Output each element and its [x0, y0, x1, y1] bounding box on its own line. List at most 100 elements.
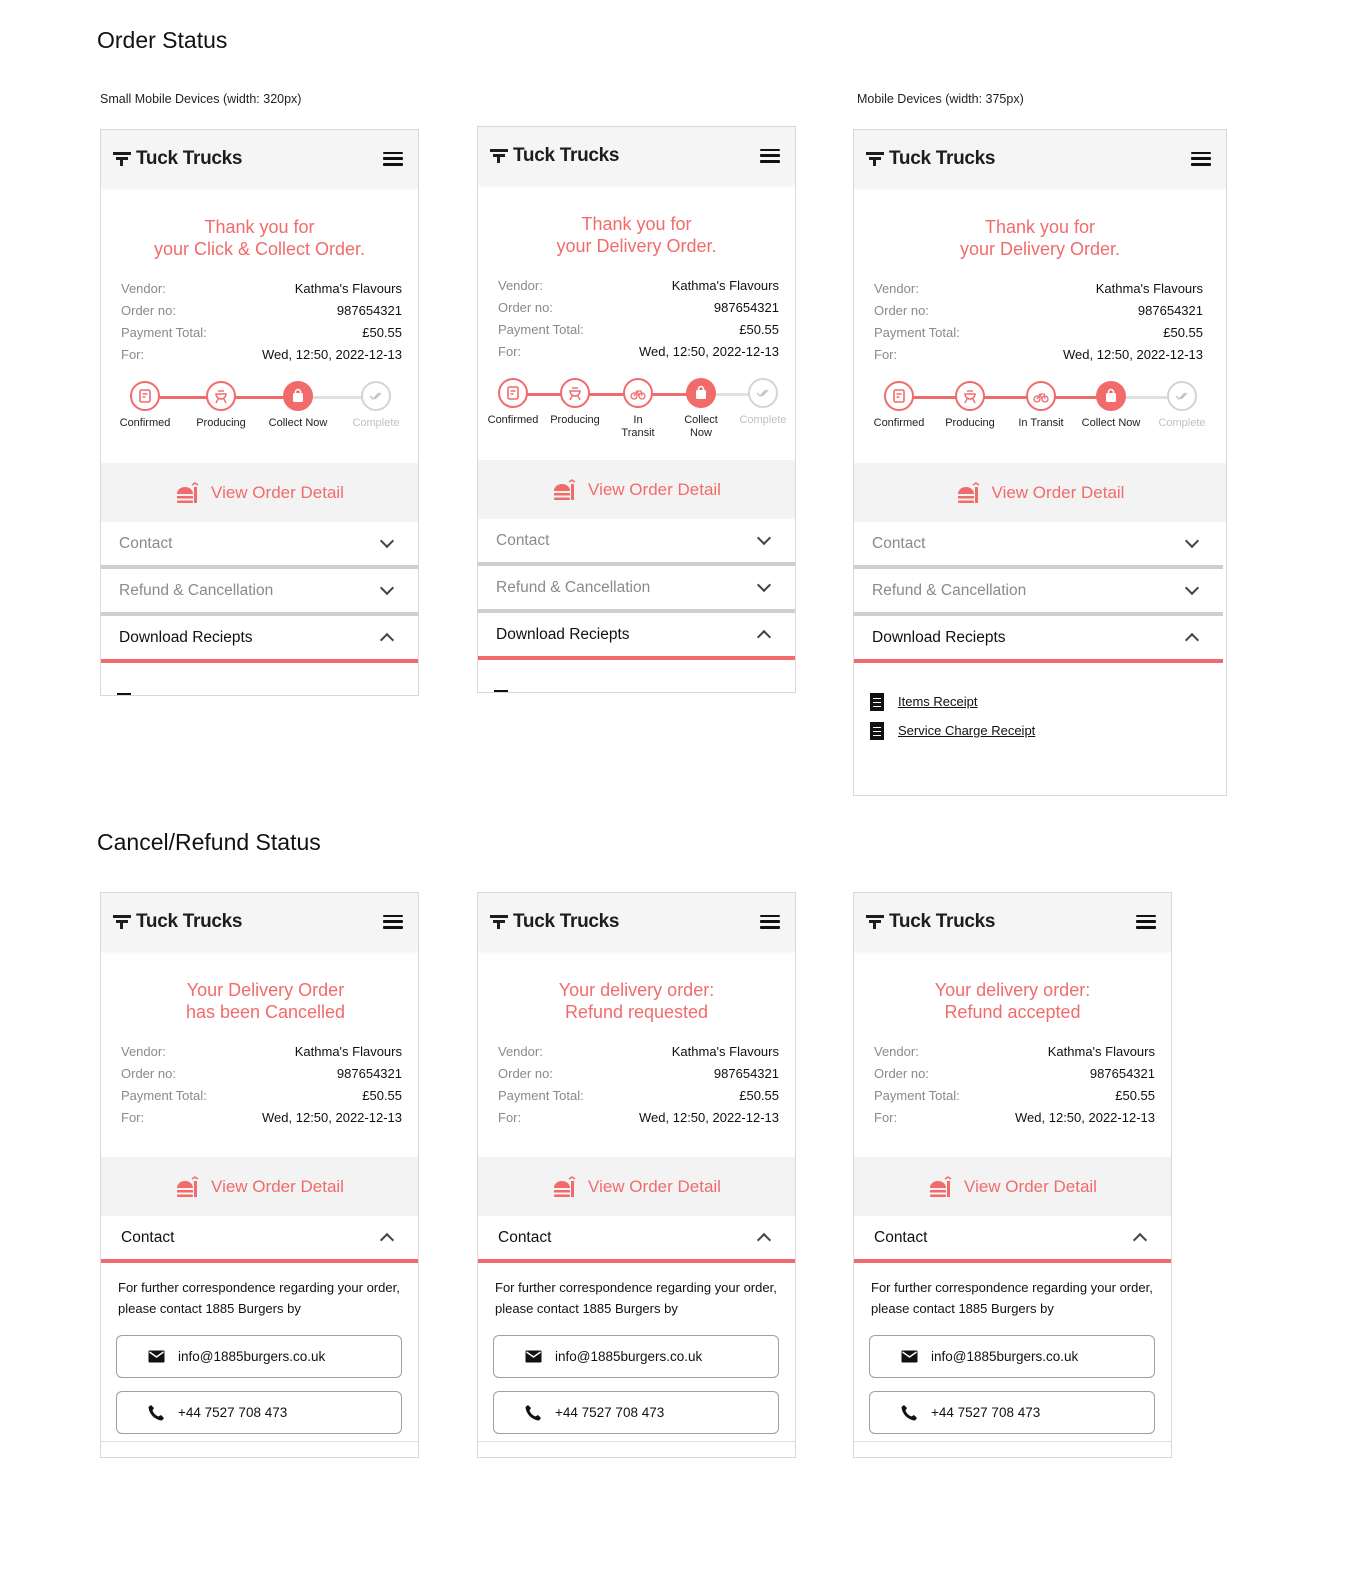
email-address: info@1885burgers.co.uk	[178, 1349, 326, 1364]
accordion-contact[interactable]: Contact	[101, 522, 418, 569]
hamburger-menu-icon[interactable]	[1136, 914, 1156, 930]
phone-contact-button[interactable]: +44 7527 708 473	[869, 1391, 1155, 1434]
brand-name: Tuck Trucks	[513, 144, 620, 166]
view-order-detail-button[interactable]: View Order Detail	[101, 463, 418, 522]
hamburger-menu-icon[interactable]	[760, 148, 780, 164]
accordion-contact[interactable]: Contact	[478, 519, 795, 566]
step-label-line: Collect	[684, 414, 718, 426]
accordion-label: Contact	[119, 534, 173, 552]
accordion-contact[interactable]: Contact	[101, 1216, 418, 1263]
heading-line-1: Your Delivery Order	[186, 980, 345, 1000]
step-complete: Complete	[1147, 381, 1217, 430]
items-receipt-link[interactable]: Items Receipt	[117, 687, 402, 695]
info-row-vendor: Vendor: Kathma's Flavours	[121, 1040, 402, 1062]
accordion-refund-cancellation[interactable]: Refund & Cancellation	[854, 569, 1223, 616]
device-label-small: Small Mobile Devices (width: 320px)	[100, 92, 302, 106]
accordion-download-receipts[interactable]: Download Reciepts	[478, 613, 795, 660]
accordion-refund-cancellation[interactable]: Refund & Cancellation	[478, 566, 795, 613]
step-collect-now: Collect Now	[666, 378, 736, 440]
info-label: Payment Total:	[874, 1087, 960, 1103]
service-charge-receipt-link[interactable]: Service Charge Receipt	[870, 716, 1210, 745]
order-progress-tracker: Confirmed Producing In Transit Collect N…	[854, 381, 1226, 463]
brand-logo[interactable]: Tuck Trucks	[866, 911, 995, 933]
order-info: Vendor: Kathma's Flavours Order no: 987654…	[498, 274, 779, 362]
hamburger-menu-icon[interactable]	[760, 914, 780, 930]
heading-line-2: Refund accepted	[944, 1002, 1081, 1022]
food-order-icon	[177, 1175, 199, 1197]
email-contact-button[interactable]: info@1885burgers.co.uk	[116, 1335, 402, 1378]
brand-logo[interactable]: Tuck Trucks	[113, 148, 242, 170]
heading-line-2: your Click & Collect Order.	[153, 239, 366, 259]
info-value: 987654321	[713, 1065, 779, 1081]
accordion-refund-cancellation[interactable]: Refund & Cancellation	[101, 569, 418, 616]
accordion-contact[interactable]: Contact	[478, 1216, 795, 1263]
view-order-detail-button[interactable]: View Order Detail	[854, 1157, 1171, 1216]
receipts-list: Items Receipt Service Charge Receipt	[854, 663, 1226, 745]
info-value: £50.55	[362, 1087, 402, 1103]
logo-icon	[490, 914, 508, 929]
info-label: Payment Total:	[121, 1087, 207, 1103]
items-receipt-link[interactable]: Items Receipt	[870, 687, 1210, 716]
info-value: 987654321	[713, 299, 779, 315]
receipt-icon	[870, 692, 884, 711]
accordion-download-receipts[interactable]: Download Reciepts	[101, 616, 418, 663]
brand-logo[interactable]: Tuck Trucks	[490, 145, 619, 167]
accordion-download-receipts[interactable]: Download Reciepts	[854, 616, 1223, 663]
email-contact-button[interactable]: info@1885burgers.co.uk	[869, 1335, 1155, 1378]
phone-contact-button[interactable]: +44 7527 708 473	[116, 1391, 402, 1434]
info-row-vendor: Vendor: Kathma's Flavours	[498, 274, 779, 296]
email-address: info@1885burgers.co.uk	[555, 1349, 703, 1364]
app-header: Tuck Trucks	[101, 893, 418, 950]
mail-icon	[148, 1350, 165, 1363]
accordion-label: Refund & Cancellation	[496, 578, 651, 596]
accordion-contact[interactable]: Contact	[854, 522, 1223, 569]
brand-logo[interactable]: Tuck Trucks	[490, 911, 619, 933]
info-row-for: For: Wed, 12:50, 2022-12-13	[498, 340, 779, 362]
order-info: Vendor: Kathma's Flavours Order no: 987654…	[874, 277, 1203, 365]
info-value: Wed, 12:50, 2022-12-13	[639, 343, 779, 359]
bicycle-icon	[1026, 381, 1056, 411]
heading-line-1: Your delivery order:	[558, 980, 715, 1000]
hamburger-menu-icon[interactable]	[1191, 151, 1211, 167]
heading-line-2: your Delivery Order.	[959, 239, 1121, 259]
info-row-order-no: Order no: 987654321	[498, 296, 779, 318]
phone-refund-accepted: Tuck Trucks Your delivery order: Refund …	[853, 892, 1172, 1458]
brand-logo[interactable]: Tuck Trucks	[866, 148, 995, 170]
order-heading: Thank you for your Delivery Order.	[854, 216, 1226, 260]
phone-icon	[525, 1405, 541, 1421]
step-label: Confirmed	[119, 417, 171, 429]
phone-contact-button[interactable]: +44 7527 708 473	[493, 1391, 779, 1434]
info-label: Order no:	[121, 1065, 176, 1081]
logo-icon	[113, 151, 131, 166]
receipt-label: Items Receipt	[145, 694, 224, 695]
brand-logo[interactable]: Tuck Trucks	[113, 911, 242, 933]
accordion-label: Download Reciepts	[119, 628, 253, 646]
info-value: Kathma's Flavours	[1095, 280, 1203, 296]
info-label: For:	[121, 346, 145, 362]
hamburger-menu-icon[interactable]	[383, 914, 403, 930]
accordion-label: Contact	[496, 531, 550, 549]
view-order-detail-button[interactable]: View Order Detail	[478, 1157, 795, 1216]
double-check-icon	[361, 381, 391, 411]
order-heading: Your Delivery Order has been Cancelled	[101, 979, 418, 1023]
view-order-detail-button[interactable]: View Order Detail	[854, 463, 1226, 522]
view-order-detail-label: View Order Detail	[964, 1176, 1097, 1196]
view-order-detail-button[interactable]: View Order Detail	[101, 1157, 418, 1216]
receipt-icon	[870, 721, 884, 740]
hamburger-menu-icon[interactable]	[383, 151, 403, 167]
step-complete: Complete	[341, 381, 411, 430]
info-value: Wed, 12:50, 2022-12-13	[1063, 346, 1203, 362]
view-order-detail-label: View Order Detail	[211, 482, 344, 502]
info-label: Vendor:	[874, 280, 919, 296]
info-value: Kathma's Flavours	[294, 280, 402, 296]
accordion-label: Refund & Cancellation	[872, 581, 1027, 599]
step-label: Complete	[1158, 417, 1206, 429]
phone-refund-requested: Tuck Trucks Your delivery order: Refund …	[477, 892, 796, 1458]
step-label-line: Now	[689, 427, 712, 439]
email-contact-button[interactable]: info@1885burgers.co.uk	[493, 1335, 779, 1378]
section-title-order-status: Order Status	[97, 27, 228, 53]
items-receipt-link[interactable]: Items Receipt	[494, 684, 779, 692]
view-order-detail-button[interactable]: View Order Detail	[478, 460, 795, 519]
accordion-contact[interactable]: Contact	[854, 1216, 1171, 1263]
info-value: Kathma's Flavours	[671, 1043, 779, 1059]
